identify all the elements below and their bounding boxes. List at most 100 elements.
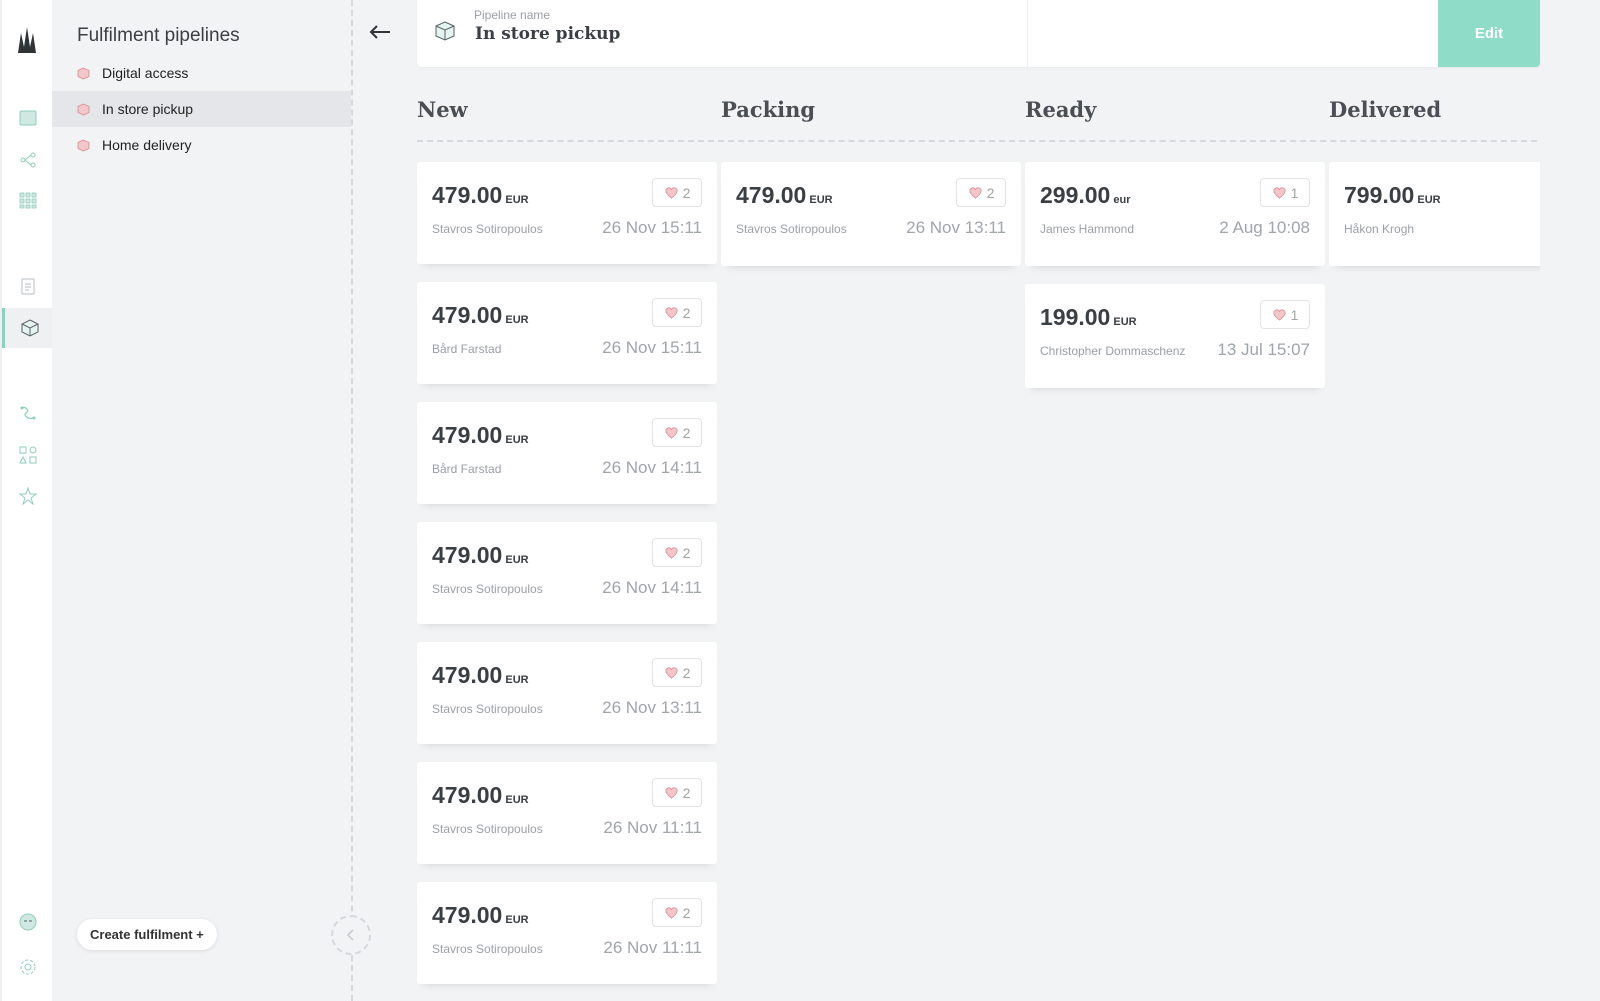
item-count-badge: 2 [652,298,702,327]
order-card[interactable]: 479.00 EUR 2 Bård Farstad 26 Nov 14:11 [417,402,717,504]
pipelines-panel: Fulfilment pipelines Digital access In s… [52,0,371,1001]
item-count-badge: 1 [1260,178,1310,207]
order-amount: 199.00 EUR [1040,304,1137,330]
column-title-packing: Packing [721,97,816,122]
share-icon[interactable] [2,140,54,180]
panel-title: Fulfilment pipelines [77,25,240,46]
customer-name: Stavros Sotiropoulos [432,582,543,596]
icon-rail [0,0,54,1001]
column-packing: 479.00 EUR 2 Stavros Sotiropoulos 26 Nov 13:… [721,162,1021,284]
column-headers: New Packing Ready Delivered [417,92,1537,142]
order-amount: 479.00 EUR [432,782,529,808]
item-count-badge: 2 [956,178,1006,207]
order-date: 26 Nov 14:11 [602,458,702,477]
order-currency: EUR [505,794,529,806]
order-amount: 799.00 EUR [1344,182,1441,208]
order-card[interactable]: 479.00 EUR 2 Stavros Sotiropoulos 26 Nov 13:… [721,162,1021,266]
dashboard-icon[interactable] [2,98,54,138]
order-card[interactable]: 299.00 eur 1 James Hammond 2 Aug 10:08 [1025,162,1325,266]
item-count: 2 [682,904,691,921]
shapes-icon[interactable] [2,435,54,475]
order-date: 26 Nov 11:11 [603,938,702,957]
order-date: 26 Nov 13:11 [602,698,702,717]
connection-icon[interactable] [2,393,54,433]
order-currency: EUR [505,674,529,686]
product-icon [664,185,683,200]
order-date: 26 Nov 13:11 [906,218,1006,237]
customer-name: Bård Farstad [432,342,502,356]
item-count-badge: 2 [652,658,702,687]
item-count: 2 [682,304,691,321]
product-icon [664,425,683,440]
pipeline-item-in-store-pickup[interactable]: In store pickup [52,91,351,127]
order-card[interactable]: 799.00EURHåkon Krogh3 [1329,162,1540,266]
customer-name: Stavros Sotiropoulos [432,222,543,236]
customer-name: Christopher Dommaschenz [1040,344,1186,358]
item-count: 2 [682,784,691,801]
product-icon [1272,185,1291,200]
order-date: 26 Nov 15:11 [602,218,702,237]
item-count-badge: 1 [1260,300,1310,329]
header-spacer [1028,0,1438,67]
pipeline-item-digital-access[interactable]: Digital access [52,55,351,91]
order-card[interactable]: 479.00 EUR 2 Bård Farstad 26 Nov 15:11 [417,282,717,384]
order-currency: EUR [505,554,529,566]
order-card[interactable]: 479.00 EUR 2 Stavros Sotiropoulos 26 Nov 11:… [417,882,717,984]
order-currency: EUR [505,194,529,206]
create-fulfilment-button[interactable]: Create fulfilment + [77,919,217,950]
pipeline-item-label: Home delivery [102,137,192,153]
customer-name: Stavros Sotiropoulos [736,222,847,236]
item-count-badge: 2 [652,898,702,927]
pipeline-name-section: Pipeline name In store pickup [417,0,1028,67]
pipeline-item-label: Digital access [102,65,189,81]
edit-button[interactable]: Edit [1438,0,1540,67]
order-date: 2 Aug 10:08 [1219,218,1310,237]
order-currency: EUR [505,434,529,446]
item-count: 2 [682,424,691,441]
order-date: 26 Nov 14:11 [602,578,702,597]
star-icon[interactable] [2,476,54,516]
customer-name: Stavros Sotiropoulos [432,942,543,956]
column-title-delivered: Delivered [1329,97,1442,122]
order-amount: 479.00 EUR [432,182,529,208]
support-icon[interactable] [2,902,54,942]
order-amount: 479.00 EUR [432,902,529,928]
pipeline-item-home-delivery[interactable]: Home delivery [52,127,351,163]
item-count: 1 [1290,184,1299,201]
order-card[interactable]: 199.00 EUR 1 Christopher Dommaschenz 13 Jul … [1025,284,1325,388]
order-card[interactable]: 479.00 EUR 2 Stavros Sotiropoulos 26 Nov 11:… [417,762,717,864]
product-icon [968,185,987,200]
pipeline-name: In store pickup [475,24,621,44]
grid-icon[interactable] [2,180,54,220]
customer-name: James Hammond [1040,222,1135,236]
item-count: 1 [1290,306,1299,323]
product-icon [664,305,683,320]
order-currency: EUR [1417,194,1441,206]
pipeline-name-label: Pipeline name [474,8,551,22]
order-card[interactable]: 479.00 EUR 2 Stavros Sotiropoulos 26 Nov 15:… [417,162,717,264]
order-amount: 479.00 EUR [432,422,529,448]
back-button[interactable] [366,18,394,46]
column-new: 479.00 EUR 2 Stavros Sotiropoulos 26 Nov 15:… [417,162,717,1001]
item-count-badge: 2 [652,418,702,447]
customer-name: Håkon Krogh [1344,222,1415,236]
order-card[interactable]: 479.00 EUR 2 Stavros Sotiropoulos 26 Nov 13:… [417,642,717,744]
chevron-left-icon [346,929,354,941]
pipeline-item-label: In store pickup [102,101,194,117]
order-amount: 479.00 EUR [432,662,529,688]
pipeline-list: Digital access In store pickup Home deli… [52,55,351,163]
item-count: 2 [986,184,995,201]
product-icon [664,905,683,920]
package-icon[interactable] [2,308,54,348]
item-count-badge: 2 [652,178,702,207]
customer-name: Bård Farstad [432,462,502,476]
order-card[interactable]: 479.00 EUR 2 Stavros Sotiropoulos 26 Nov 14:… [417,522,717,624]
product-icon [664,545,683,560]
customer-name: Stavros Sotiropoulos [432,822,543,836]
item-count-badge: 2 [652,538,702,567]
logo-icon[interactable] [2,20,54,60]
settings-icon[interactable] [2,947,54,987]
clipboard-icon[interactable] [2,266,54,306]
order-currency: EUR [505,314,529,326]
collapse-sidebar-button[interactable] [331,915,371,955]
